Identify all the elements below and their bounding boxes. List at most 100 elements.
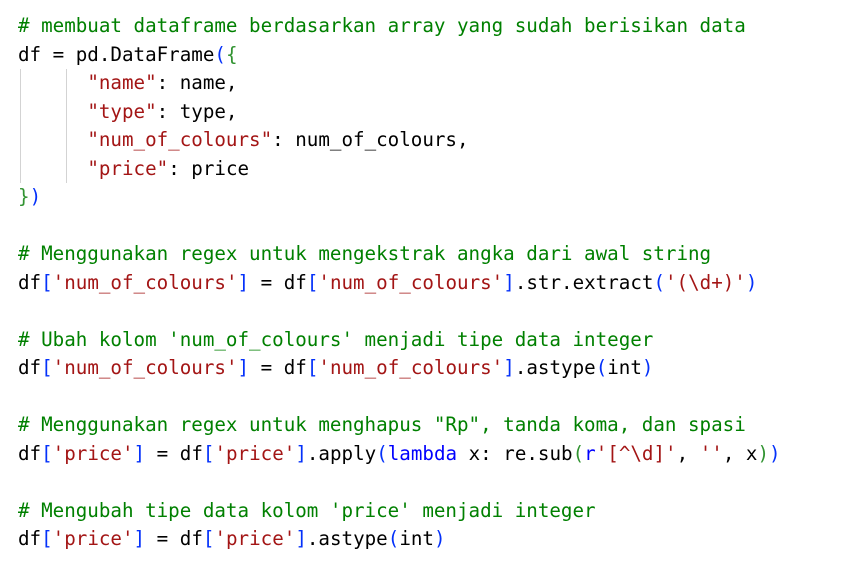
code-line[interactable]: # Mengubah tipe data kolom 'price' menja… — [18, 497, 781, 526]
code-line[interactable] — [18, 212, 781, 241]
code-line[interactable]: "name": name, — [18, 69, 781, 98]
bracket: [ — [41, 270, 53, 294]
bracket: ( — [387, 527, 400, 550]
string-literal: 'price' — [52, 527, 134, 550]
code-text: df — [18, 356, 42, 379]
indent-guide — [66, 97, 67, 126]
bracket: ( — [214, 42, 226, 66]
bracket: ] — [503, 356, 515, 379]
code-line[interactable]: df = pd.DataFrame({ — [18, 41, 781, 70]
code-line[interactable]: df['num_of_colours'] = df['num_of_colour… — [18, 269, 781, 298]
code-line[interactable]: "type": type, — [18, 97, 781, 126]
bracket: ] — [237, 270, 250, 294]
code-text: .astype — [306, 527, 388, 550]
code-line[interactable]: df['price'] = df['price'].astype(int) — [18, 525, 781, 554]
code-text: = df — [145, 527, 203, 550]
code-comment: # Menggunakan regex untuk mengekstrak an… — [18, 242, 712, 265]
code-text: : price — [168, 156, 250, 180]
bracket: [ — [41, 527, 53, 550]
code-text: .str.extract — [514, 270, 654, 294]
indent-guide — [66, 154, 67, 183]
indent-guide — [66, 126, 67, 155]
code-comment: # Menggunakan regex untuk menghapus "Rp"… — [18, 413, 746, 436]
code-line[interactable] — [18, 468, 781, 497]
code-line[interactable]: # membuat dataframe berdasarkan array ya… — [18, 12, 781, 41]
code-line[interactable] — [18, 297, 781, 326]
indent-guide — [20, 97, 21, 126]
bracket: [ — [306, 356, 319, 379]
string-literal: "type" — [87, 99, 157, 123]
bracket: [ — [306, 270, 319, 294]
string-literal: '' — [699, 441, 723, 465]
code-text: , — [676, 441, 700, 465]
string-literal: 'num_of_colours' — [52, 270, 238, 294]
bracket: } — [18, 185, 30, 208]
code-comment: # membuat dataframe berdasarkan array ya… — [18, 14, 746, 37]
code-text: df — [18, 527, 42, 550]
code-comment: # Mengubah tipe data kolom 'price' menja… — [18, 498, 596, 522]
code-line[interactable]: # Menggunakan regex untuk menghapus "Rp"… — [18, 411, 781, 440]
string-literal: 'price' — [214, 441, 296, 465]
code-line[interactable]: "num_of_colours": num_of_colours, — [18, 126, 781, 155]
code-line[interactable]: # Menggunakan regex untuk mengekstrak an… — [18, 240, 781, 269]
string-literal: 'price' — [52, 441, 134, 465]
code-text: df — [18, 441, 42, 465]
code-line[interactable]: # Ubah kolom 'num_of_colours' menjadi ti… — [18, 326, 781, 355]
keyword: r — [584, 441, 596, 465]
string-literal: "name" — [87, 71, 157, 94]
string-literal: "price" — [87, 156, 169, 180]
keyword: lambda — [387, 441, 458, 465]
bracket: ] — [133, 527, 146, 550]
bracket: ] — [133, 441, 146, 465]
code-text: = df — [249, 356, 307, 379]
code-text: : name, — [156, 71, 238, 94]
bracket: ) — [769, 441, 781, 465]
code-text: int — [607, 356, 642, 379]
code-text: = df — [249, 270, 307, 294]
bracket: ) — [641, 356, 654, 379]
indent-guide — [20, 69, 21, 98]
bracket: ) — [433, 527, 446, 550]
bracket: [ — [202, 441, 215, 465]
code-line[interactable]: }) — [18, 183, 781, 212]
bracket: ( — [653, 270, 665, 294]
indent-guide — [20, 154, 21, 183]
bracket: ) — [757, 441, 770, 465]
string-literal: '(\d+)' — [665, 270, 746, 294]
bracket: ] — [237, 356, 250, 379]
code-text: .astype — [514, 356, 596, 379]
code-text: x: re.sub — [457, 441, 573, 465]
code-line[interactable]: df['num_of_colours'] = df['num_of_colour… — [18, 354, 781, 383]
indent-guide — [20, 126, 21, 155]
bracket: ] — [295, 527, 307, 550]
code-text: df = pd.DataFrame — [18, 42, 215, 66]
code-comment: # Ubah kolom 'num_of_colours' menjadi ti… — [18, 327, 654, 351]
string-literal: "num_of_colours" — [87, 128, 273, 151]
code-line[interactable]: "price": price — [18, 154, 781, 183]
code-line[interactable]: df['price'] = df['price'].apply(lambda x… — [18, 440, 781, 469]
indent-guide — [66, 69, 67, 98]
code-text: .apply — [306, 441, 377, 465]
code-text: int — [399, 527, 434, 550]
string-literal: 'num_of_colours' — [52, 356, 238, 379]
bracket: ) — [29, 185, 42, 208]
string-literal: 'num_of_colours' — [318, 356, 504, 379]
code-text: , x — [722, 441, 758, 465]
bracket: ( — [572, 441, 585, 465]
bracket: ) — [745, 270, 758, 294]
code-text: = df — [145, 441, 203, 465]
string-literal: 'price' — [214, 527, 296, 550]
bracket: ( — [595, 356, 608, 379]
code-editor[interactable]: # membuat dataframe berdasarkan array ya… — [18, 12, 781, 554]
bracket: [ — [41, 356, 53, 379]
code-text: : type, — [156, 99, 238, 123]
code-text: df — [18, 270, 42, 294]
code-line[interactable] — [18, 383, 781, 412]
string-literal: '[^\d]' — [595, 441, 677, 465]
bracket: { — [225, 42, 238, 66]
bracket: ] — [503, 270, 515, 294]
